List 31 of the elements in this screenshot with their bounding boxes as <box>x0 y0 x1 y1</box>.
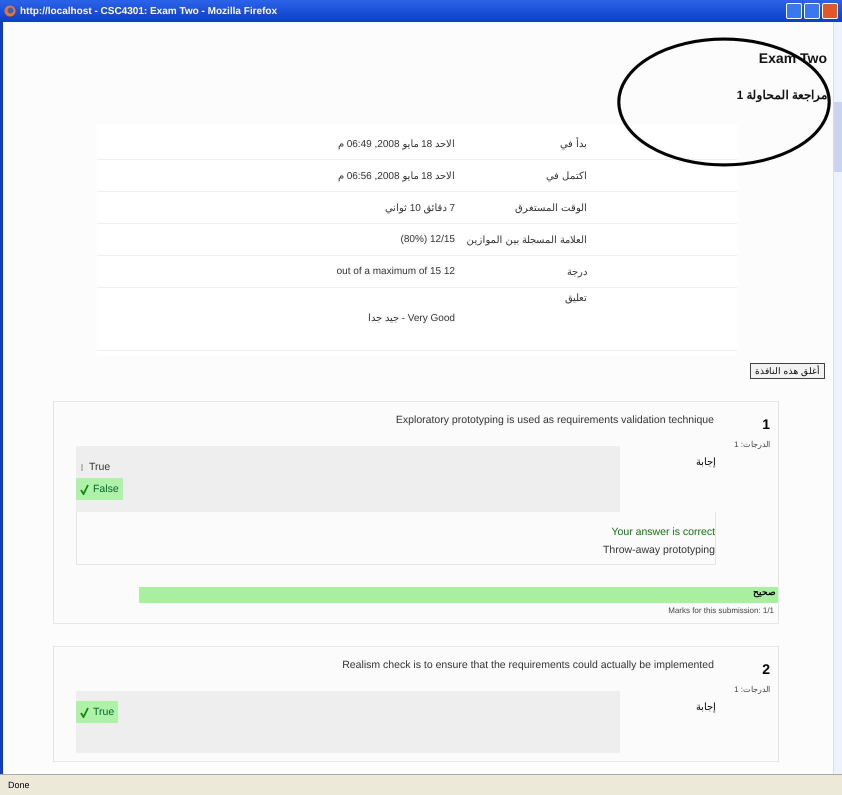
question-marks: الدرجات: 1 <box>733 685 770 694</box>
summary-value: Very Good - جيد جدا <box>368 312 455 324</box>
summary-label: تعليق <box>564 292 587 304</box>
summary-label: درجة <box>566 266 587 278</box>
question-number: 2 <box>761 661 770 677</box>
answer-option[interactable]: False <box>76 478 123 500</box>
question-text: Realism check is to ensure that the requirements could actually be implemented <box>341 659 715 671</box>
answer-option[interactable]: True <box>76 701 118 723</box>
question-marks: الدرجات: 1 <box>733 440 770 449</box>
summary-label: الوقت المستغرق <box>514 202 587 214</box>
feedback-text: Your answer is correct <box>610 526 715 538</box>
window-title: http://localhost - CSC4301: Exam Two - Mozilla Firefox <box>20 6 278 16</box>
summary-value: الاحد 18 مايو 2008, 06:56 م <box>338 170 455 182</box>
answer-option[interactable]: True <box>76 456 114 478</box>
summary-label: اكتمل في <box>545 170 587 182</box>
status-text: Done <box>8 780 30 790</box>
answer-label: إجابة <box>695 701 716 713</box>
question-text: Exploratory prototyping is used as requirements validation technique <box>394 414 715 426</box>
question-number: 1 <box>761 416 770 432</box>
summary-label: العلامة المسجلة بين الموازين <box>466 234 587 246</box>
summary-value: 7 دقائق 10 ثواني <box>384 202 455 214</box>
submission-marks: Marks for this submission: 1/1 <box>667 606 775 615</box>
attempt-title: مراجعة المحاولة 1 <box>736 88 827 102</box>
close-window-button[interactable]: أغلق هذه النافذة <box>750 363 825 379</box>
summary-value: 12/15 (80%) <box>400 234 455 245</box>
answer-label: إجابة <box>695 456 716 468</box>
summary-value: الاحد 18 مايو 2008, 06:49 م <box>338 138 455 150</box>
explanation-text: Throw-away prototyping <box>602 544 715 556</box>
summary-value: 12 out of a maximum of 15 <box>336 266 455 277</box>
grading-bar: صحيح <box>139 587 778 603</box>
summary-label: بدأ في <box>559 138 587 150</box>
